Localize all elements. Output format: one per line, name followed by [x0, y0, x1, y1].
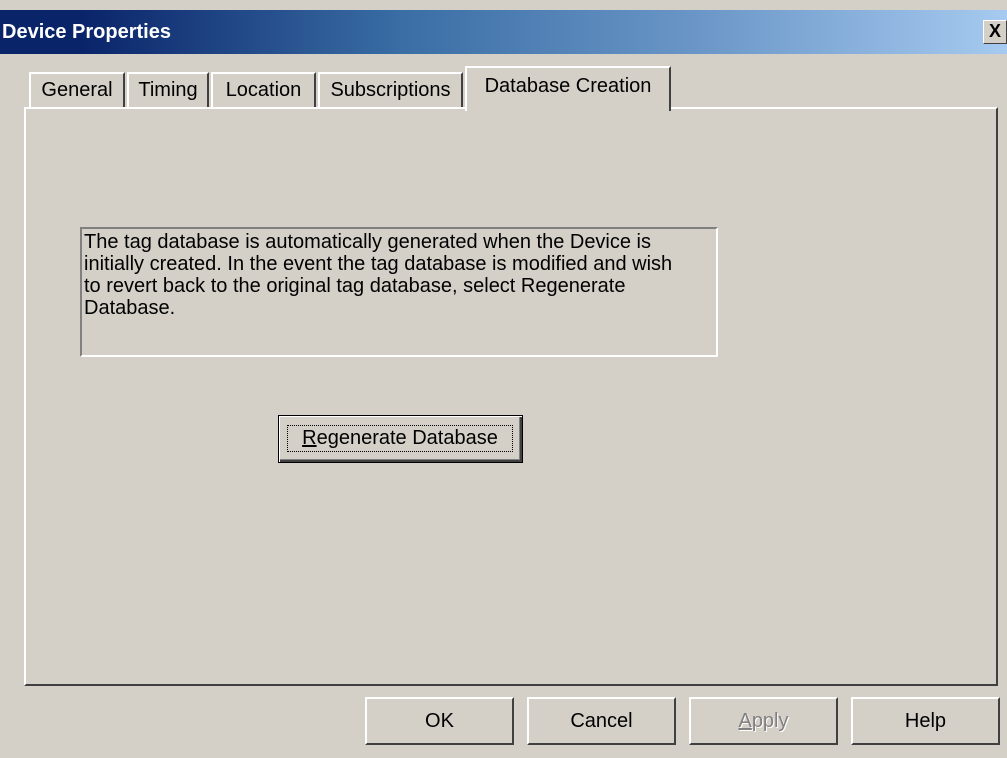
regenerate-database-button[interactable]: Regenerate Database [278, 415, 523, 463]
regenerate-label: egenerate Database [316, 427, 498, 449]
info-box: The tag database is automatically genera… [80, 227, 718, 357]
tab-label: Timing [138, 79, 198, 101]
tab-timing[interactable]: Timing [127, 72, 209, 108]
tab-general[interactable]: General [29, 72, 125, 108]
help-button[interactable]: Help [851, 697, 1000, 745]
focus-rect: Regenerate Database [287, 425, 513, 452]
tab-label: Location [225, 79, 302, 101]
title-bar[interactable]: Device Properties X [0, 10, 1007, 54]
mnemonic-a: A [738, 710, 752, 732]
mnemonic-r: R [302, 427, 317, 449]
cancel-button[interactable]: Cancel [527, 697, 676, 745]
tab-label: General [41, 79, 113, 101]
tab-database-creation[interactable]: Database Creation [465, 66, 671, 111]
tab-label: Database Creation [484, 75, 652, 97]
tab-label: Subscriptions [330, 79, 451, 101]
apply-label: pply [751, 710, 789, 732]
close-icon: X [988, 21, 1001, 41]
apply-button[interactable]: Apply [689, 697, 838, 745]
close-button[interactable]: X [983, 20, 1007, 44]
device-properties-dialog: Device Properties X General Timing Locat… [0, 0, 1007, 758]
ok-button[interactable]: OK [365, 697, 514, 745]
tab-location[interactable]: Location [211, 72, 316, 108]
info-text: The tag database is automatically genera… [84, 231, 673, 319]
window-title: Device Properties [2, 21, 171, 43]
tab-subscriptions[interactable]: Subscriptions [318, 72, 463, 108]
database-creation-panel [24, 107, 998, 686]
